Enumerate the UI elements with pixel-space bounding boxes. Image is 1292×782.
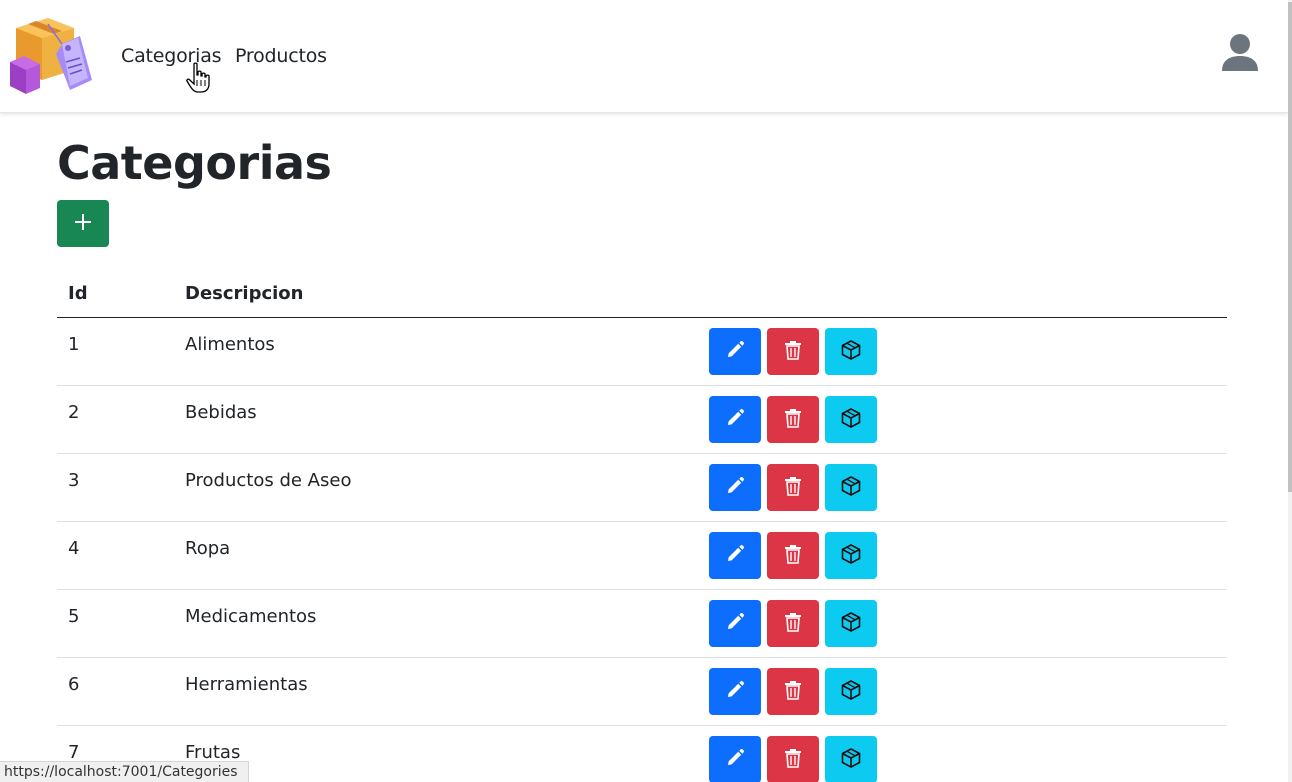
products-button[interactable] [825,328,877,375]
row-description: Frutas [185,742,241,763]
pencil-icon [725,612,745,635]
pencil-icon [725,408,745,431]
row-id: 3 [68,470,80,491]
pencil-icon [725,476,745,499]
add-category-button[interactable] [57,200,109,247]
trash-icon [784,408,802,431]
nav-link-productos[interactable]: Productos [235,45,327,67]
edit-button[interactable] [709,464,761,511]
table-row: 2 Bebidas [57,386,1227,454]
delete-button[interactable] [767,532,819,579]
edit-button[interactable] [709,600,761,647]
products-button[interactable] [825,532,877,579]
table-row: 6 Herramientas [57,658,1227,726]
row-actions [709,464,877,511]
delete-button[interactable] [767,600,819,647]
trash-icon [784,680,802,703]
row-id: 7 [68,742,80,763]
row-id: 5 [68,606,80,627]
trash-icon [784,476,802,499]
header-id: Id [68,283,88,304]
trash-icon [784,340,802,363]
user-icon[interactable] [1220,33,1260,71]
row-actions [709,600,877,647]
table-header: Id Descripcion [57,271,1227,318]
scrollbar-thumb[interactable] [1288,2,1292,492]
products-button[interactable] [825,464,877,511]
products-button[interactable] [825,668,877,715]
products-button[interactable] [825,600,877,647]
product-boxes-logo[interactable] [8,14,94,98]
page-title: Categorias [57,136,332,190]
row-actions [709,532,877,579]
table-row: 5 Medicamentos [57,590,1227,658]
row-id: 2 [68,402,80,423]
pencil-icon [725,544,745,567]
vertical-scrollbar[interactable] [1288,0,1292,782]
navbar: Categorias Productos [0,0,1288,113]
header-description: Descripcion [185,283,304,304]
row-description: Productos de Aseo [185,470,352,491]
row-description: Herramientas [185,674,308,695]
box-icon [840,679,862,704]
box-icon [840,543,862,568]
row-actions [709,396,877,443]
table-body: 1 Alimentos 2 Bebidas 3 Productos de Ase… [57,318,1227,782]
box-icon [840,747,862,772]
plus-icon [74,213,92,234]
delete-button[interactable] [767,668,819,715]
row-actions [709,328,877,375]
box-icon [840,407,862,432]
categories-table: Id Descripcion 1 Alimentos 2 Bebidas 3 P… [57,271,1227,782]
edit-button[interactable] [709,668,761,715]
products-button[interactable] [825,736,877,782]
row-description: Medicamentos [185,606,317,627]
table-row: 1 Alimentos [57,318,1227,386]
pencil-icon [725,680,745,703]
edit-button[interactable] [709,328,761,375]
pencil-icon [725,748,745,771]
trash-icon [784,612,802,635]
row-id: 4 [68,538,80,559]
box-icon [840,339,862,364]
edit-button[interactable] [709,396,761,443]
delete-button[interactable] [767,736,819,782]
delete-button[interactable] [767,396,819,443]
status-bar-url: https://localhost:7001/Categories [0,761,249,782]
delete-button[interactable] [767,464,819,511]
table-row: 4 Ropa [57,522,1227,590]
trash-icon [784,544,802,567]
row-description: Alimentos [185,334,275,355]
edit-button[interactable] [709,532,761,579]
row-id: 6 [68,674,80,695]
row-actions [709,736,877,782]
delete-button[interactable] [767,328,819,375]
pencil-icon [725,340,745,363]
row-id: 1 [68,334,80,355]
box-icon [840,611,862,636]
row-description: Bebidas [185,402,257,423]
row-description: Ropa [185,538,231,559]
products-button[interactable] [825,396,877,443]
edit-button[interactable] [709,736,761,782]
trash-icon [784,748,802,771]
box-icon [840,475,862,500]
row-actions [709,668,877,715]
table-row: 3 Productos de Aseo [57,454,1227,522]
hand-cursor-icon [186,62,210,94]
